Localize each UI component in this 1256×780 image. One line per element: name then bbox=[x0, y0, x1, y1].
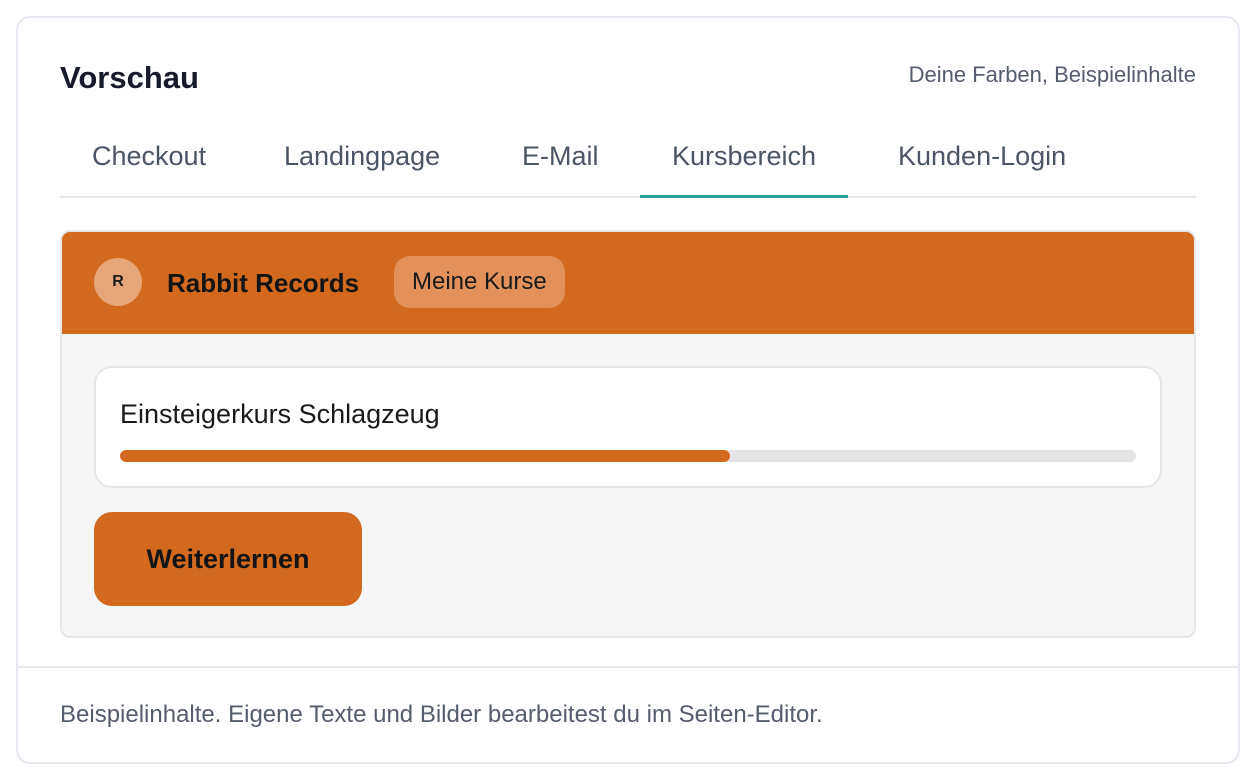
footer-note: Beispielinhalte. Eigene Texte und Bilder… bbox=[60, 701, 823, 728]
brand-name: Rabbit Records bbox=[167, 268, 360, 298]
tab-e-mail[interactable]: E-Mail bbox=[490, 136, 631, 198]
tab-checkout[interactable]: Checkout bbox=[60, 136, 238, 198]
panel-subtitle: Deine Farben, Beispielinhalte bbox=[908, 62, 1196, 87]
brand-avatar: R bbox=[94, 258, 142, 306]
panel-header: Vorschau Deine Farben, Beispielinhalte bbox=[60, 58, 1196, 98]
course-progress-bar bbox=[120, 450, 1136, 462]
continue-learning-button[interactable]: Weiterlernen bbox=[94, 512, 362, 606]
panel-title: Vorschau bbox=[60, 60, 199, 95]
course-card[interactable]: Einsteigerkurs Schlagzeug bbox=[94, 366, 1162, 488]
preview-tabs: Checkout Landingpage E-Mail Kursbereich … bbox=[60, 136, 1196, 198]
preview-panel: Vorschau Deine Farben, Beispielinhalte C… bbox=[16, 16, 1240, 764]
preview-app-bar: R Rabbit Records Meine Kurse bbox=[62, 232, 1194, 334]
my-courses-nav-chip[interactable]: Meine Kurse bbox=[394, 256, 565, 308]
course-title: Einsteigerkurs Schlagzeug bbox=[120, 399, 440, 429]
tab-kursbereich[interactable]: Kursbereich bbox=[640, 136, 849, 198]
tab-kunden-login[interactable]: Kunden-Login bbox=[866, 136, 1098, 198]
course-area-preview: R Rabbit Records Meine Kurse Einsteigerk… bbox=[60, 230, 1196, 638]
course-progress-fill bbox=[120, 450, 730, 462]
panel-footer: Beispielinhalte. Eigene Texte und Bilder… bbox=[18, 666, 1238, 762]
tab-landingpage[interactable]: Landingpage bbox=[252, 136, 472, 198]
